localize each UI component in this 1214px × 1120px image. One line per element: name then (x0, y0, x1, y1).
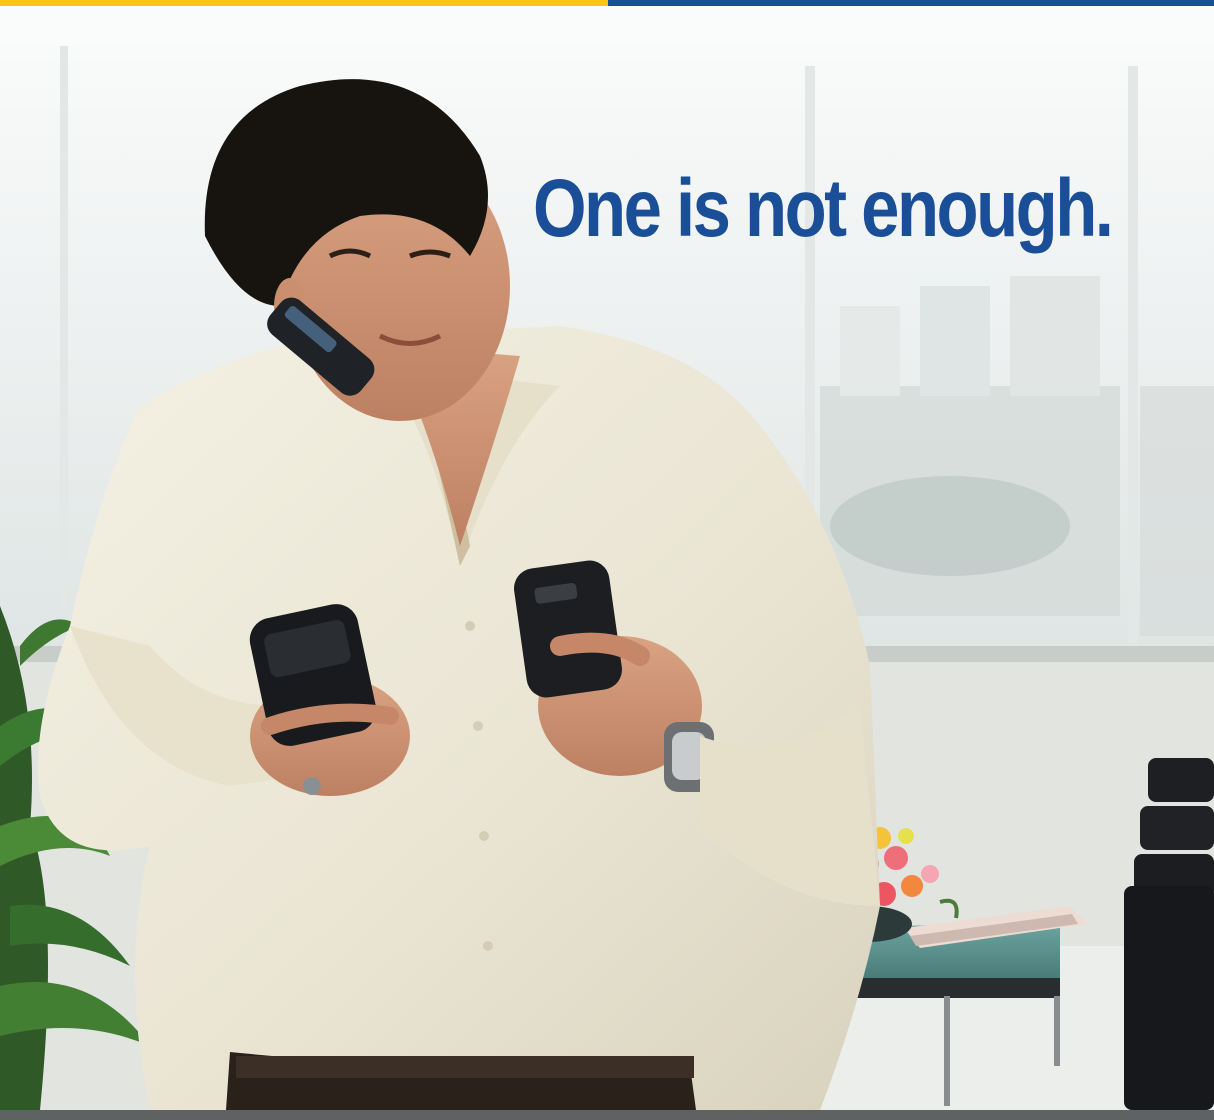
phone-right-hand (514, 560, 622, 698)
bottom-strip (0, 1110, 1214, 1120)
headline: One is not enough. (533, 163, 1114, 254)
advertisement: One is not enough. (0, 0, 1214, 1120)
